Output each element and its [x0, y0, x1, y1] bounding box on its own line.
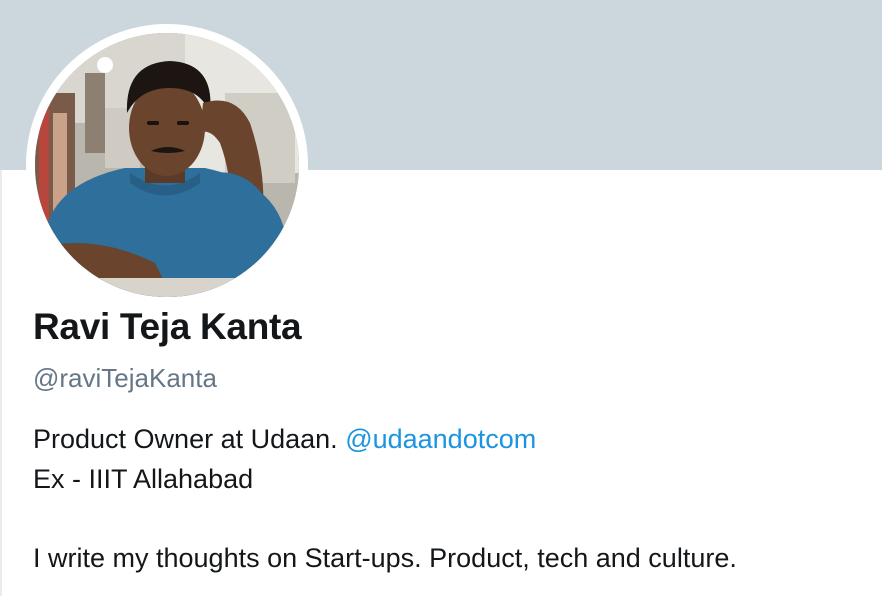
- avatar-photo: [35, 33, 299, 297]
- bio-line-3: I write my thoughts on Start-ups. Produc…: [33, 543, 737, 573]
- bio-text: Product Owner at Udaan.: [33, 424, 338, 454]
- bio-line-1: Product Owner at Udaan. @udaandotcom: [33, 424, 536, 455]
- avatar[interactable]: [35, 33, 299, 297]
- profile-page: Ravi Teja Kanta @raviTejaKanta Product O…: [0, 0, 882, 596]
- profile-handle: @raviTejaKanta: [33, 363, 217, 393]
- profile-name: Ravi Teja Kanta: [33, 306, 302, 347]
- bio-line-2: Ex - IIIT Allahabad: [33, 464, 254, 494]
- mention-link[interactable]: @udaandotcom: [345, 424, 536, 454]
